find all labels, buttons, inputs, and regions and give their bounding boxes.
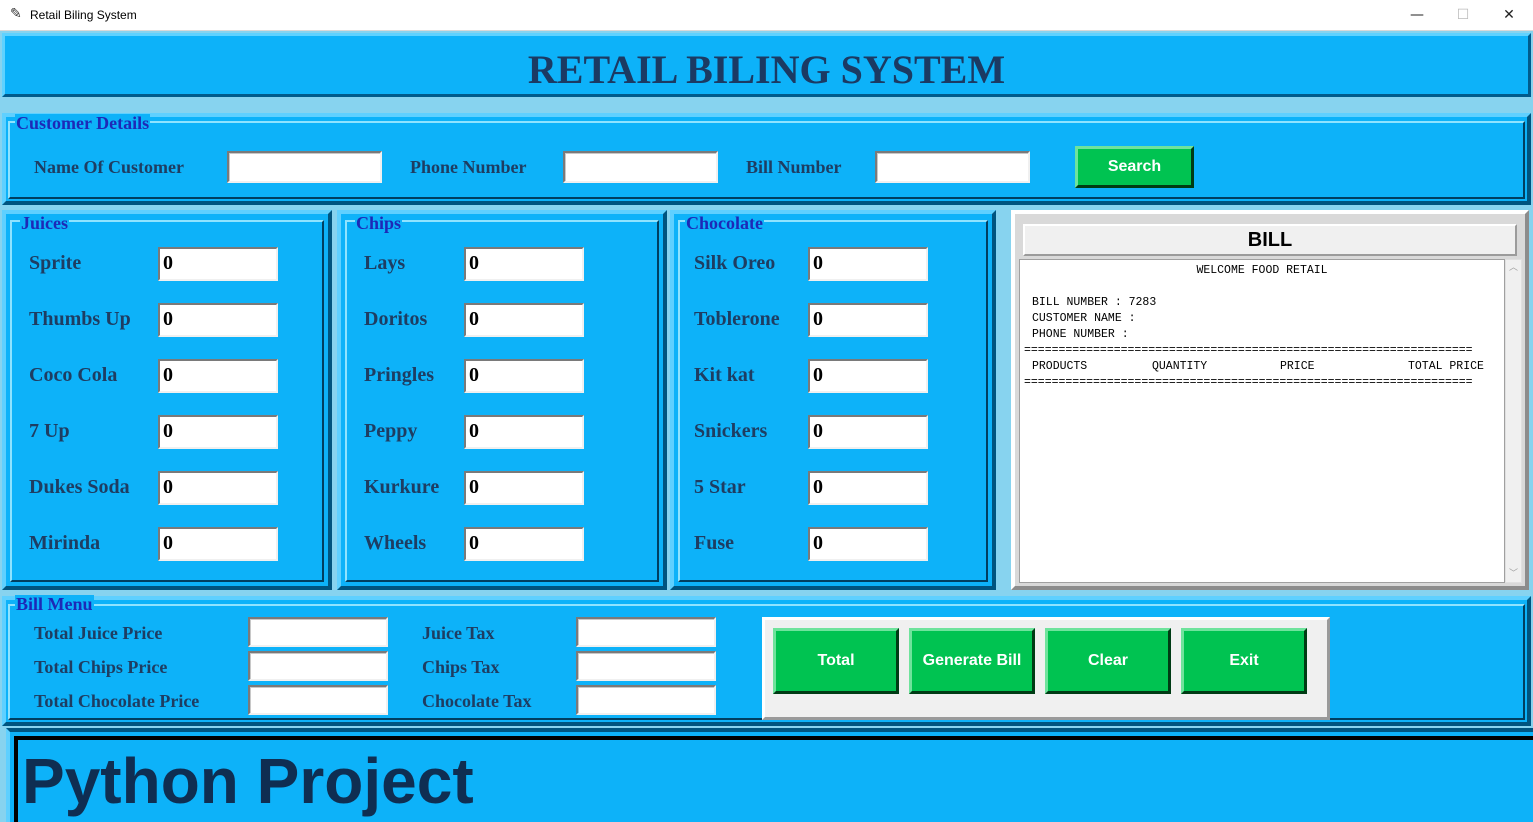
chocolate-item-label: Silk Oreo: [694, 252, 776, 274]
chips-item-quantity-input[interactable]: 0: [464, 415, 584, 449]
scroll-down-icon[interactable]: ﹀: [1509, 566, 1518, 579]
chips-tax-input[interactable]: [576, 651, 716, 681]
juices-item-quantity-input[interactable]: 0: [158, 359, 278, 393]
total-juice-price-label: Total Juice Price: [34, 623, 163, 643]
juices-item-label: 7 Up: [29, 420, 70, 442]
chocolate-tax-label: Chocolate Tax: [422, 691, 532, 711]
chips-item-label: Wheels: [364, 532, 427, 554]
chips-legend: Chips: [355, 213, 403, 233]
bill-col-products: PRODUCTS: [1032, 360, 1088, 373]
juices-item-label: Coco Cola: [29, 364, 118, 386]
chocolate-item-quantity-input[interactable]: 0: [808, 471, 928, 505]
juice-tax-label: Juice Tax: [422, 623, 495, 643]
bill-separator: ========================================…: [1024, 344, 1473, 357]
bill-separator-bottom: ========================================…: [1024, 376, 1473, 389]
exit-button[interactable]: Exit: [1181, 628, 1307, 694]
chips-item-label: Pringles: [364, 364, 434, 386]
juices-item-quantity-input[interactable]: 0: [158, 471, 278, 505]
juices-item-quantity-input[interactable]: 0: [158, 415, 278, 449]
juices-item-quantity-input[interactable]: 0: [158, 527, 278, 561]
phone-number-line: PHONE NUMBER :: [1032, 328, 1129, 341]
bill-number-label: Bill Number: [746, 157, 842, 177]
chips-item-quantity-input[interactable]: 0: [464, 303, 584, 337]
chocolate-item-label: Fuse: [694, 532, 734, 554]
chips-item-label: Lays: [364, 252, 406, 274]
chips-item-quantity-input[interactable]: 0: [464, 247, 584, 281]
chips-tax-label: Chips Tax: [422, 657, 500, 677]
chocolate-item-quantity-input[interactable]: 0: [808, 247, 928, 281]
customer-name-line: CUSTOMER NAME :: [1032, 312, 1136, 325]
clear-button[interactable]: Clear: [1045, 628, 1171, 694]
feather-icon: ✎: [10, 6, 22, 22]
chocolate-tax-input[interactable]: [576, 685, 716, 715]
chocolate-item-label: Toblerone: [694, 308, 780, 330]
minimize-button[interactable]: —: [1394, 0, 1440, 31]
bill-col-quantity: QUANTITY: [1152, 360, 1208, 373]
generate-bill-button[interactable]: Generate Bill: [909, 628, 1035, 694]
chocolate-legend: Chocolate: [685, 213, 764, 233]
chocolate-item-label: Kit kat: [694, 364, 755, 386]
chocolate-item-label: Snickers: [694, 420, 768, 442]
total-chips-price-input[interactable]: [248, 651, 388, 681]
bill-menu-legend: Bill Menu: [15, 594, 94, 614]
search-button[interactable]: Search: [1075, 146, 1194, 188]
bill-col-price: PRICE: [1280, 360, 1315, 373]
juice-tax-input[interactable]: [576, 617, 716, 647]
phone-number-label: Phone Number: [410, 157, 527, 177]
bill-col-total: TOTAL PRICE: [1408, 360, 1484, 373]
customer-name-input[interactable]: [227, 151, 382, 183]
app-header: RETAIL BILING SYSTEM: [2, 33, 1531, 97]
bill-number-line: BILL NUMBER : 7283: [1032, 296, 1157, 309]
juices-legend: Juices: [20, 213, 69, 233]
chips-item-label: Doritos: [364, 308, 428, 330]
window-title: Retail Biling System: [30, 8, 137, 22]
juices-item-label: Dukes Soda: [29, 476, 130, 498]
scroll-up-icon[interactable]: ︿: [1509, 260, 1518, 273]
bill-scrollbar[interactable]: ︿ ﹀: [1505, 259, 1522, 583]
chips-item-quantity-input[interactable]: 0: [464, 471, 584, 505]
total-chocolate-price-input[interactable]: [248, 685, 388, 715]
juices-item-label: Sprite: [29, 252, 82, 274]
juices-item-quantity-input[interactable]: 0: [158, 303, 278, 337]
maximize-button[interactable]: ☐: [1440, 0, 1486, 31]
chips-item-label: Kurkure: [364, 476, 440, 498]
window-title-bar: ✎ Retail Biling System — ☐ ✕: [0, 0, 1533, 31]
juices-item-label: Mirinda: [29, 532, 101, 554]
chocolate-item-quantity-input[interactable]: 0: [808, 359, 928, 393]
bill-heading: BILL: [1023, 224, 1517, 256]
customer-details-legend: Customer Details: [15, 113, 151, 133]
chocolate-item-quantity-input[interactable]: 0: [808, 303, 928, 337]
chips-item-quantity-input[interactable]: 0: [464, 527, 584, 561]
footer-title: Python Project: [22, 745, 474, 817]
chocolate-item-label: 5 Star: [694, 476, 746, 498]
chips-item-quantity-input[interactable]: 0: [464, 359, 584, 393]
bill-welcome: WELCOME FOOD RETAIL: [1196, 264, 1328, 277]
page-title: RETAIL BILING SYSTEM: [527, 47, 1006, 92]
juices-item-label: Thumbs Up: [29, 308, 131, 330]
total-chips-price-label: Total Chips Price: [34, 657, 168, 677]
total-juice-price-input[interactable]: [248, 617, 388, 647]
chips-item-label: Peppy: [364, 420, 418, 442]
customer-name-label: Name Of Customer: [34, 157, 184, 177]
bill-number-input[interactable]: [875, 151, 1030, 183]
juices-item-quantity-input[interactable]: 0: [158, 247, 278, 281]
close-button[interactable]: ✕: [1486, 0, 1532, 31]
bill-textarea[interactable]: WELCOME FOOD RETAIL BILL NUMBER : 7283 C…: [1019, 259, 1505, 583]
chocolate-item-quantity-input[interactable]: 0: [808, 527, 928, 561]
phone-number-input[interactable]: [563, 151, 718, 183]
total-button[interactable]: Total: [773, 628, 899, 694]
chocolate-item-quantity-input[interactable]: 0: [808, 415, 928, 449]
total-chocolate-price-label: Total Chocolate Price: [34, 691, 200, 711]
